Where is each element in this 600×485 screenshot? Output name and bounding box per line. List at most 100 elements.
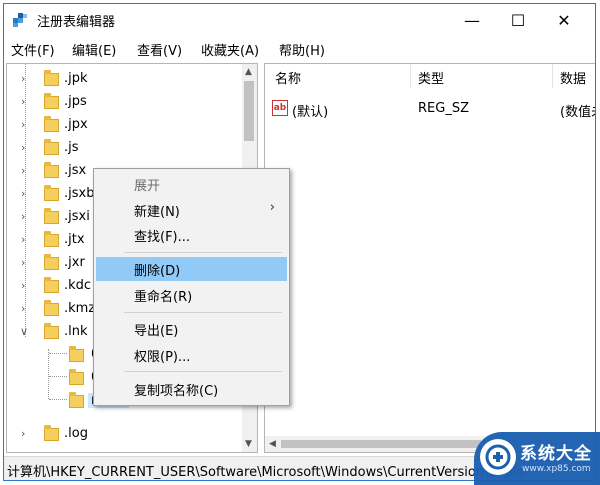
- expand-icon[interactable]: ›: [21, 302, 25, 315]
- menu-favorites[interactable]: 收藏夹(A): [201, 40, 259, 59]
- column-header-name[interactable]: 名称: [275, 68, 301, 87]
- expand-icon[interactable]: ›: [21, 118, 25, 131]
- expand-icon[interactable]: ›: [21, 210, 25, 223]
- tree-node-label: .jps: [64, 94, 87, 109]
- tree-node[interactable]: › .js: [7, 138, 243, 161]
- minimize-button[interactable]: —: [449, 4, 495, 36]
- folder-icon: [44, 425, 59, 441]
- menu-help[interactable]: 帮助(H): [279, 40, 325, 59]
- context-item-label: 权限(P)...: [134, 350, 191, 365]
- context-item-label: 重命名(R): [134, 290, 193, 305]
- maximize-button[interactable]: ☐: [495, 4, 541, 36]
- tree-node-label: .kdc: [64, 278, 92, 293]
- scroll-thumb[interactable]: [244, 81, 254, 141]
- menu-separator: [124, 252, 282, 253]
- title-bar: 注册表编辑器 — ☐ ✕: [4, 4, 595, 36]
- context-item-expand[interactable]: 展开: [96, 172, 287, 196]
- watermark-url: www.xp85.com: [522, 464, 591, 474]
- column-separator[interactable]: [552, 64, 553, 88]
- window-title: 注册表编辑器: [37, 15, 116, 30]
- context-item-copy-key-name[interactable]: 复制项名称(C): [96, 377, 287, 401]
- tree-node-label: .jsx: [64, 163, 87, 178]
- menu-file[interactable]: 文件(F): [11, 40, 55, 59]
- watermark-logo-icon: [480, 439, 516, 475]
- folder-icon: [44, 139, 59, 155]
- expand-icon[interactable]: ›: [21, 279, 25, 292]
- context-item-find[interactable]: 查找(F)...: [96, 223, 287, 247]
- folder-icon: [44, 185, 59, 201]
- column-header-data[interactable]: 数据: [560, 68, 586, 87]
- context-item-label: 复制项名称(C): [134, 384, 219, 399]
- scroll-thumb[interactable]: [281, 440, 481, 448]
- tree-node-label: .jpk: [64, 71, 88, 86]
- registry-editor-icon: [13, 13, 27, 27]
- expand-icon[interactable]: ›: [21, 164, 25, 177]
- tree-node[interactable]: › .jpk: [7, 69, 243, 92]
- tree-node-label: .jsxi: [64, 209, 90, 224]
- site-watermark: 系统大全 www.xp85.com: [474, 432, 600, 485]
- menu-bar: 文件(F) 编辑(E) 查看(V) 收藏夹(A) 帮助(H): [4, 38, 595, 59]
- collapse-icon[interactable]: ∨: [20, 325, 28, 338]
- values-pane[interactable]: 名称 类型 数据 ab (默认) REG_SZ (数值未 ◀: [264, 63, 595, 453]
- value-row[interactable]: ab (默认) REG_SZ (数值未: [265, 98, 595, 120]
- expand-icon[interactable]: ›: [21, 427, 25, 440]
- close-button[interactable]: ✕: [541, 4, 587, 36]
- scroll-up-arrow-icon[interactable]: ▲: [245, 67, 252, 77]
- folder-icon: [44, 254, 59, 270]
- context-item-label: 导出(E): [134, 324, 179, 339]
- column-header-type[interactable]: 类型: [418, 68, 444, 87]
- expand-icon[interactable]: ›: [21, 141, 25, 154]
- column-separator[interactable]: [410, 64, 411, 88]
- tree-node-label: .js: [64, 140, 79, 155]
- submenu-arrow-icon: ›: [269, 200, 275, 215]
- context-item-label: 删除(D): [134, 264, 181, 279]
- expand-icon[interactable]: ›: [21, 233, 25, 246]
- folder-icon: [69, 346, 84, 362]
- scroll-left-arrow-icon[interactable]: ◀: [269, 439, 276, 449]
- folder-icon: [44, 277, 59, 293]
- folder-icon: [44, 231, 59, 247]
- expand-icon[interactable]: ›: [21, 95, 25, 108]
- tree-node-label: .jxr: [64, 255, 85, 270]
- context-item-permissions[interactable]: 权限(P)...: [96, 343, 287, 367]
- context-item-label: 展开: [134, 179, 161, 194]
- context-item-label: 查找(F)...: [134, 230, 191, 245]
- value-name: (默认): [292, 105, 329, 120]
- context-item-rename[interactable]: 重命名(R): [96, 283, 287, 307]
- menu-view[interactable]: 查看(V): [137, 40, 182, 59]
- folder-icon: [44, 208, 59, 224]
- folder-icon: [44, 70, 59, 86]
- watermark-title: 系统大全: [520, 444, 592, 464]
- menu-separator: [124, 371, 282, 372]
- expand-icon[interactable]: ›: [21, 256, 25, 269]
- expand-icon[interactable]: ›: [21, 72, 25, 85]
- context-item-delete[interactable]: 删除(D): [96, 257, 287, 281]
- context-item-new[interactable]: 新建(N) ›: [96, 198, 287, 222]
- folder-icon: [69, 369, 84, 385]
- menu-edit[interactable]: 编辑(E): [72, 40, 116, 59]
- tree-node-label: .kmz: [64, 301, 96, 316]
- folder-icon: [69, 392, 84, 408]
- tree-node[interactable]: › .log: [7, 424, 243, 447]
- tree-node-label: .lnk: [64, 324, 88, 339]
- string-value-icon: ab: [272, 100, 288, 116]
- tree-node[interactable]: › .jpx: [7, 115, 243, 138]
- tree-node[interactable]: › .jps: [7, 92, 243, 115]
- folder-icon: [44, 323, 59, 339]
- folder-icon: [44, 116, 59, 132]
- folder-icon: [44, 93, 59, 109]
- menu-separator: [124, 312, 282, 313]
- value-data: (数值未: [560, 105, 595, 120]
- folder-icon: [44, 162, 59, 178]
- key-path: 计算机\HKEY_CURRENT_USER\Software\Microsoft…: [7, 465, 525, 480]
- expand-icon[interactable]: ›: [21, 187, 25, 200]
- registry-editor-window: 注册表编辑器 — ☐ ✕ 文件(F) 编辑(E) 查看(V) 收藏夹(A) 帮助…: [3, 3, 596, 481]
- tree-node-label: .jsxb: [64, 186, 95, 201]
- scroll-down-arrow-icon[interactable]: ▼: [245, 439, 252, 449]
- context-item-label: 新建(N): [134, 205, 180, 220]
- tree-node-label: .jtx: [64, 232, 85, 247]
- folder-icon: [44, 300, 59, 316]
- context-item-export[interactable]: 导出(E): [96, 317, 287, 341]
- value-type: REG_SZ: [418, 101, 469, 116]
- context-menu: 展开 新建(N) › 查找(F)... 删除(D) 重命名(R) 导出(E) 权限…: [93, 168, 290, 406]
